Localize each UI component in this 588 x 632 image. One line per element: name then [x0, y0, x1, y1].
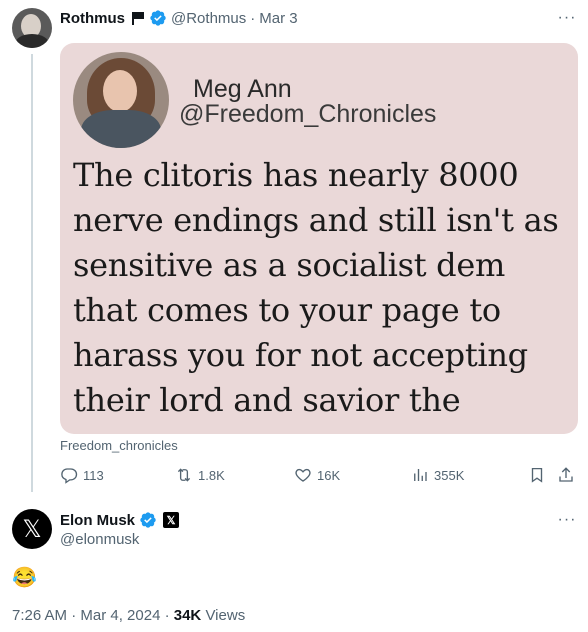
thread-line [31, 54, 33, 492]
reply-author-name[interactable]: Elon Musk [60, 512, 135, 529]
bookmark-button[interactable] [528, 466, 546, 484]
tweet-date[interactable]: Mar 3 [259, 10, 297, 27]
repost-button[interactable]: 1.8K [175, 466, 225, 484]
reply-views-count[interactable]: 34K [174, 607, 202, 624]
avatar-rothmus[interactable] [12, 8, 52, 48]
more-icon[interactable]: ··· [557, 8, 577, 28]
flag-icon [131, 11, 145, 25]
verified-icon [140, 512, 156, 528]
like-button[interactable]: 16K [294, 466, 340, 484]
bookmark-icon [531, 467, 543, 483]
embed-text: The clitoris has nearly 8000 nerve endin… [73, 156, 559, 434]
repost-icon [177, 468, 191, 482]
affiliate-x-badge-icon[interactable]: 𝕏 [163, 512, 180, 528]
reply-text: 😂 [12, 567, 37, 589]
reply-author-handle[interactable]: @elonmusk [60, 531, 139, 548]
verified-icon [150, 10, 166, 26]
image-caption[interactable]: Freedom_chronicles [60, 438, 178, 453]
reply-timestamp-row: 7:26 AM · Mar 4, 2024 · 34K Views [12, 607, 245, 624]
date-separator: · [250, 9, 256, 27]
like-count: 16K [317, 467, 341, 483]
embed-handle: @Freedom_Chronicles [179, 100, 437, 128]
repost-count: 1.8K [198, 467, 225, 483]
reply-button[interactable]: 113 [60, 466, 104, 484]
views-count: 355K [434, 467, 465, 483]
reply-icon [61, 468, 78, 484]
x-logo-icon: 𝕏 [22, 515, 42, 543]
reply-views-label: Views [201, 607, 246, 624]
embedded-image[interactable]: Meg Ann @Freedom_Chronicles The clitoris… [60, 43, 578, 434]
author-handle[interactable]: @Rothmus [171, 10, 246, 27]
reply-time[interactable]: 7:26 AM · Mar 4, 2024 · [12, 607, 174, 624]
reply-more-icon[interactable]: ··· [557, 510, 577, 530]
like-icon [295, 468, 311, 482]
avatar-elonmusk[interactable]: 𝕏 [12, 509, 52, 549]
embed-avatar [73, 52, 169, 148]
share-button[interactable] [557, 466, 575, 484]
author-name[interactable]: Rothmus [60, 10, 125, 27]
views-icon [414, 469, 427, 481]
views-button[interactable]: 355K [411, 466, 464, 484]
share-icon [559, 467, 573, 482]
reply-count: 113 [83, 467, 104, 483]
reply-header: Elon Musk 𝕏 [60, 511, 180, 529]
action-bar: 113 1.8K 16K 355K [60, 466, 580, 488]
tweet-header: Rothmus @Rothmus · Mar 3 [60, 9, 298, 27]
